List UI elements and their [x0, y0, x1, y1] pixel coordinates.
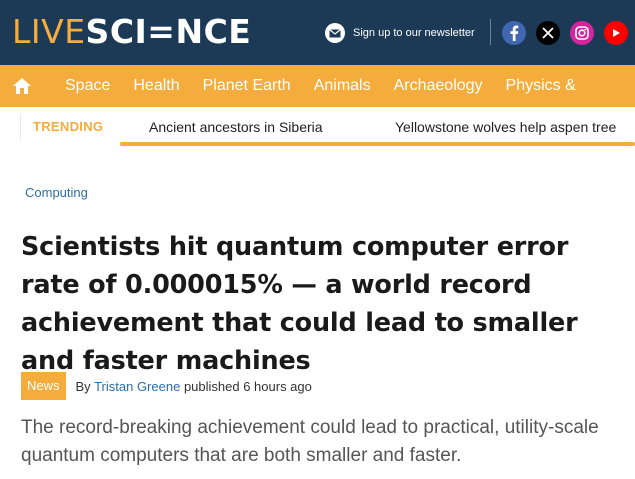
news-badge: News: [21, 372, 66, 400]
trending-item[interactable]: Yellowstone wolves help aspen tree: [395, 119, 616, 135]
trending-bar: TRENDING Ancient ancestors in Siberia Ye…: [0, 107, 635, 147]
breadcrumb-category[interactable]: Computing: [25, 185, 88, 200]
main-nav: Space Health Planet Earth Animals Archae…: [0, 65, 635, 107]
logo-live-text: LIVE: [12, 12, 86, 51]
header-divider: [490, 19, 491, 45]
article-byline: News By Tristan Greene published 6 hours…: [21, 372, 312, 400]
site-logo[interactable]: LIVESCI=NCE: [12, 12, 251, 52]
article-headline: Scientists hit quantum computer error ra…: [21, 232, 578, 376]
by-label: By: [75, 378, 91, 394]
nav-planet-earth[interactable]: Planet Earth: [203, 77, 291, 95]
article-subtitle: The record-breaking achievement could le…: [21, 417, 599, 466]
site-header: LIVESCI=NCE Sign up to our newsletter: [0, 0, 635, 65]
facebook-icon[interactable]: [502, 21, 526, 45]
logo-science-text: SCI=NCE: [85, 12, 252, 51]
instagram-icon[interactable]: [570, 21, 594, 45]
newsletter-link[interactable]: Sign up to our newsletter: [325, 22, 475, 44]
nav-archaeology[interactable]: Archaeology: [394, 77, 483, 95]
mail-icon: [325, 23, 345, 43]
trending-label: TRENDING: [33, 119, 104, 134]
published-time: published 6 hours ago: [183, 378, 312, 394]
nav-physics[interactable]: Physics &: [506, 77, 576, 95]
nav-health[interactable]: Health: [133, 77, 179, 95]
newsletter-text: Sign up to our newsletter: [353, 27, 475, 39]
trending-scroll-indicator: [120, 142, 635, 146]
byline-text: By Tristan Greene published 6 hours ago: [76, 379, 312, 394]
trending-item[interactable]: Ancient ancestors in Siberia: [149, 119, 323, 135]
nav-animals[interactable]: Animals: [314, 77, 371, 95]
nav-space[interactable]: Space: [65, 77, 110, 95]
x-icon[interactable]: [536, 21, 560, 45]
home-icon[interactable]: [2, 65, 42, 107]
youtube-icon[interactable]: [604, 21, 628, 45]
author-link[interactable]: Tristan Greene: [94, 379, 180, 394]
trending-divider: [20, 114, 21, 140]
